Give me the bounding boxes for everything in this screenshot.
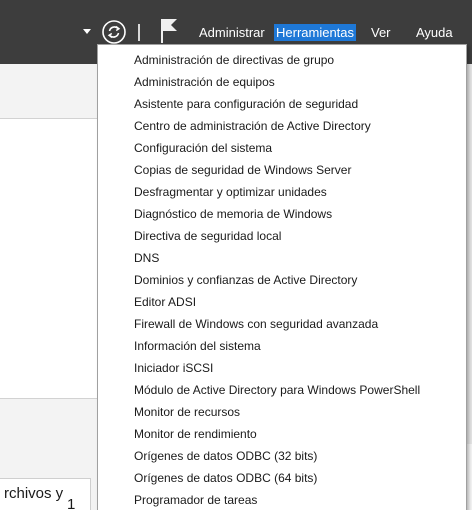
- chevron-down-icon[interactable]: [83, 29, 91, 34]
- menu-item-odbc-64[interactable]: Orígenes de datos ODBC (64 bits): [134, 468, 317, 488]
- menu-item-ad-admin-center[interactable]: Centro de administración de Active Direc…: [134, 116, 371, 136]
- menu-item-odbc-32[interactable]: Orígenes de datos ODBC (32 bits): [134, 446, 317, 466]
- menu-ayuda[interactable]: Ayuda: [414, 24, 455, 41]
- menu-item-ad-domains-trusts[interactable]: Dominios y confianzas de Active Director…: [134, 270, 357, 290]
- menu-item-security-wizard[interactable]: Asistente para configuración de segurida…: [134, 94, 358, 114]
- menu-item-iscsi-initiator[interactable]: Iniciador iSCSI: [134, 358, 213, 378]
- menu-herramientas[interactable]: Herramientas: [274, 24, 357, 41]
- menu-item-computer-management[interactable]: Administración de equipos: [134, 72, 275, 92]
- menu-item-resource-monitor[interactable]: Monitor de recursos: [134, 402, 240, 422]
- menu-item-system-config[interactable]: Configuración del sistema: [134, 138, 272, 158]
- menu-item-windows-backup[interactable]: Copias de seguridad de Windows Server: [134, 160, 351, 180]
- menu-item-task-scheduler[interactable]: Programador de tareas: [134, 490, 257, 510]
- server-manager-window: rchivos y 1 Administrar Herramientas Ver…: [0, 0, 472, 510]
- menu-ver[interactable]: Ver: [369, 24, 393, 41]
- refresh-icon[interactable]: [102, 20, 126, 44]
- menu-item-performance-monitor[interactable]: Monitor de rendimiento: [134, 424, 257, 444]
- menu-administrar[interactable]: Administrar: [197, 24, 267, 41]
- flag-icon[interactable]: [158, 17, 180, 44]
- menu-item-system-information[interactable]: Información del sistema: [134, 336, 261, 356]
- menu-item-defragment[interactable]: Desfragmentar y optimizar unidades: [134, 182, 327, 202]
- menu-item-dns[interactable]: DNS: [134, 248, 159, 268]
- toolbar-separator: [138, 24, 140, 41]
- menu-item-ad-powershell[interactable]: Módulo de Active Directory para Windows …: [134, 380, 420, 400]
- menu-item-firewall[interactable]: Firewall de Windows con seguridad avanza…: [134, 314, 378, 334]
- menu-item-adsi-edit[interactable]: Editor ADSI: [134, 292, 196, 312]
- menu-item-group-policy[interactable]: Administración de directivas de grupo: [134, 50, 334, 70]
- tools-dropdown-menu: Administración de directivas de grupo Ad…: [97, 44, 467, 510]
- menu-item-memory-diagnostic[interactable]: Diagnóstico de memoria de Windows: [134, 204, 332, 224]
- role-tile-label: rchivos y: [4, 485, 64, 502]
- menu-item-local-security-policy[interactable]: Directiva de seguridad local: [134, 226, 281, 246]
- role-tile-count: 1: [67, 496, 76, 510]
